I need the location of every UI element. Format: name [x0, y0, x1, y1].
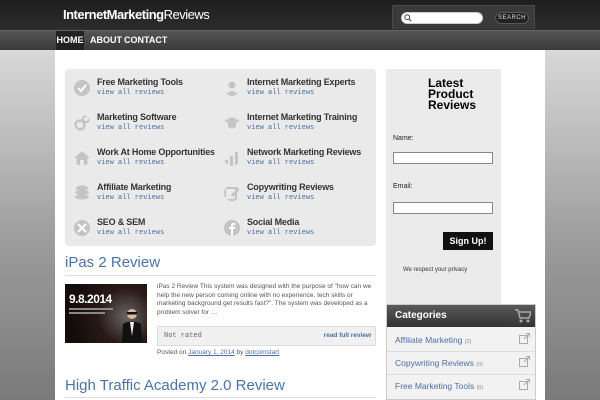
category-title[interactable]: Marketing Software — [97, 112, 177, 122]
logo-text-3: Reviews — [163, 7, 210, 22]
read-full-review-link[interactable]: read full review — [324, 332, 371, 339]
sidebar-category-count: (2) — [464, 339, 472, 345]
search-button[interactable]: SEARCH — [495, 12, 529, 24]
category-item[interactable]: Network Marketing Reviews view all revie… — [215, 143, 365, 173]
thumbnail-date: 9.8.2014 — [69, 292, 112, 306]
sidebar-category-label[interactable]: Copywriting Reviews — [395, 358, 474, 368]
category-title[interactable]: Internet Marketing Experts — [247, 77, 356, 87]
category-title[interactable]: Free Marketing Tools — [97, 77, 183, 87]
category-link[interactable]: view all reviews — [247, 229, 314, 237]
cart-icon — [515, 309, 531, 323]
category-link[interactable]: view all reviews — [247, 89, 314, 97]
category-link[interactable]: view all reviews — [247, 159, 314, 167]
coins-icon — [75, 185, 89, 200]
email-field[interactable] — [393, 202, 493, 214]
post-divider — [65, 397, 376, 398]
category-item[interactable]: Copywriting Reviews view all reviews — [215, 178, 365, 208]
header-bar: InternetMarketingReviews SEARCH — [0, 0, 600, 30]
category-grid: Free Marketing Tools view all reviews In… — [65, 69, 376, 246]
category-item[interactable]: SEO & SEM view all reviews — [65, 213, 215, 243]
site-logo[interactable]: InternetMarketingReviews — [63, 7, 210, 22]
sidebar-category-count: (0) — [476, 385, 484, 391]
category-link[interactable]: view all reviews — [97, 229, 164, 237]
sidebar-category-item[interactable]: Free Marketing Tools (0) — [395, 381, 483, 391]
signup-widget: Latest Product Reviews Name: Email: Sign… — [386, 69, 501, 336]
nav-about[interactable]: ABOUT — [90, 31, 122, 50]
post-thumbnail[interactable]: 9.8.2014 — [65, 284, 147, 343]
categories-heading: Categories — [387, 305, 535, 327]
category-title[interactable]: Affiliate Marketing — [97, 182, 171, 192]
signup-title: Latest Product Reviews — [428, 76, 477, 112]
search-area: SEARCH — [392, 5, 535, 29]
categories-widget: Categories Affiliate Marketing (2) Copyw… — [386, 304, 536, 400]
sidebar-category-count: (0) — [476, 362, 483, 368]
category-item[interactable]: Free Marketing Tools view all reviews — [65, 73, 215, 103]
category-item[interactable]: Marketing Software view all reviews — [65, 108, 215, 138]
by-label: by — [236, 349, 244, 356]
check-circle-icon — [74, 80, 90, 96]
post-author-link[interactable]: dotcomstart — [245, 349, 279, 356]
post-excerpt: iPas 2 Review This system was designed w… — [157, 283, 372, 316]
email-label: Email: — [393, 183, 413, 190]
sidebar-category-item[interactable]: Affiliate Marketing (2) — [395, 335, 472, 345]
post-rating-bar: Not rated read full review — [157, 326, 376, 346]
privacy-note: We respect your privacy — [403, 267, 468, 273]
nav-home[interactable]: HOME — [56, 31, 84, 50]
logo-text-2: Marketing — [106, 7, 164, 22]
category-link[interactable]: view all reviews — [247, 194, 314, 202]
search-icon — [404, 14, 412, 22]
bar-chart-icon — [225, 152, 238, 166]
category-link[interactable]: view all reviews — [97, 124, 164, 132]
main-content: Free Marketing Tools view all reviews In… — [55, 50, 545, 400]
pencil-icon — [224, 187, 240, 201]
category-item[interactable]: Work At Home Opportunities view all revi… — [65, 143, 215, 173]
gears-icon — [74, 115, 90, 131]
category-item[interactable]: Affiliate Marketing view all reviews — [65, 178, 215, 208]
category-item[interactable]: Social Media view all reviews — [215, 213, 365, 243]
main-nav: HOME ABOUT CONTACT — [0, 30, 600, 50]
graduation-cap-icon — [224, 117, 240, 129]
user-icon — [225, 81, 239, 96]
category-link[interactable]: view all reviews — [247, 124, 314, 132]
external-link-icon[interactable] — [519, 379, 530, 390]
external-link-icon[interactable] — [519, 356, 530, 367]
name-field[interactable] — [393, 152, 493, 164]
category-link[interactable]: view all reviews — [97, 159, 164, 167]
logo-text-1: Internet — [63, 7, 107, 22]
category-title[interactable]: Social Media — [247, 217, 299, 227]
category-title[interactable]: SEO & SEM — [97, 217, 145, 227]
post-title[interactable]: iPas 2 Review — [65, 254, 160, 271]
category-title[interactable]: Network Marketing Reviews — [247, 147, 361, 157]
thumbnail-subtitle — [69, 312, 105, 314]
thumbnail-subtitle — [69, 308, 113, 310]
post-meta: Posted on January 1, 2014 by dotcomstart — [157, 349, 279, 356]
rating-text: Not rated — [164, 332, 202, 340]
external-link-icon[interactable] — [519, 333, 530, 344]
posted-on-label: Posted on — [157, 349, 187, 356]
category-item[interactable]: Internet Marketing Experts view all revi… — [215, 73, 365, 103]
category-item[interactable]: Internet Marketing Training view all rev… — [215, 108, 365, 138]
tools-icon — [74, 220, 90, 236]
person-image — [122, 309, 142, 343]
category-title[interactable]: Copywriting Reviews — [247, 182, 334, 192]
category-link[interactable]: view all reviews — [97, 194, 164, 202]
signup-button[interactable]: Sign Up! — [443, 232, 493, 250]
search-input[interactable] — [401, 12, 483, 24]
nav-contact[interactable]: CONTACT — [124, 31, 167, 50]
sidebar-category-item[interactable]: Copywriting Reviews (0) — [395, 358, 483, 368]
facebook-icon — [224, 220, 240, 236]
sidebar-category-label[interactable]: Affiliate Marketing — [395, 335, 462, 345]
category-title[interactable]: Work At Home Opportunities — [97, 147, 215, 157]
name-label: Name: — [393, 135, 414, 142]
sidebar-divider — [387, 351, 535, 352]
sidebar-category-label[interactable]: Free Marketing Tools — [395, 381, 474, 391]
post-date-link[interactable]: January 1, 2014 — [188, 349, 235, 356]
post-title[interactable]: High Traffic Academy 2.0 Review — [65, 377, 285, 394]
home-icon — [74, 151, 90, 165]
sidebar-divider — [387, 374, 535, 375]
post-divider — [65, 275, 376, 276]
category-link[interactable]: view all reviews — [97, 89, 164, 97]
category-title[interactable]: Internet Marketing Training — [247, 112, 357, 122]
